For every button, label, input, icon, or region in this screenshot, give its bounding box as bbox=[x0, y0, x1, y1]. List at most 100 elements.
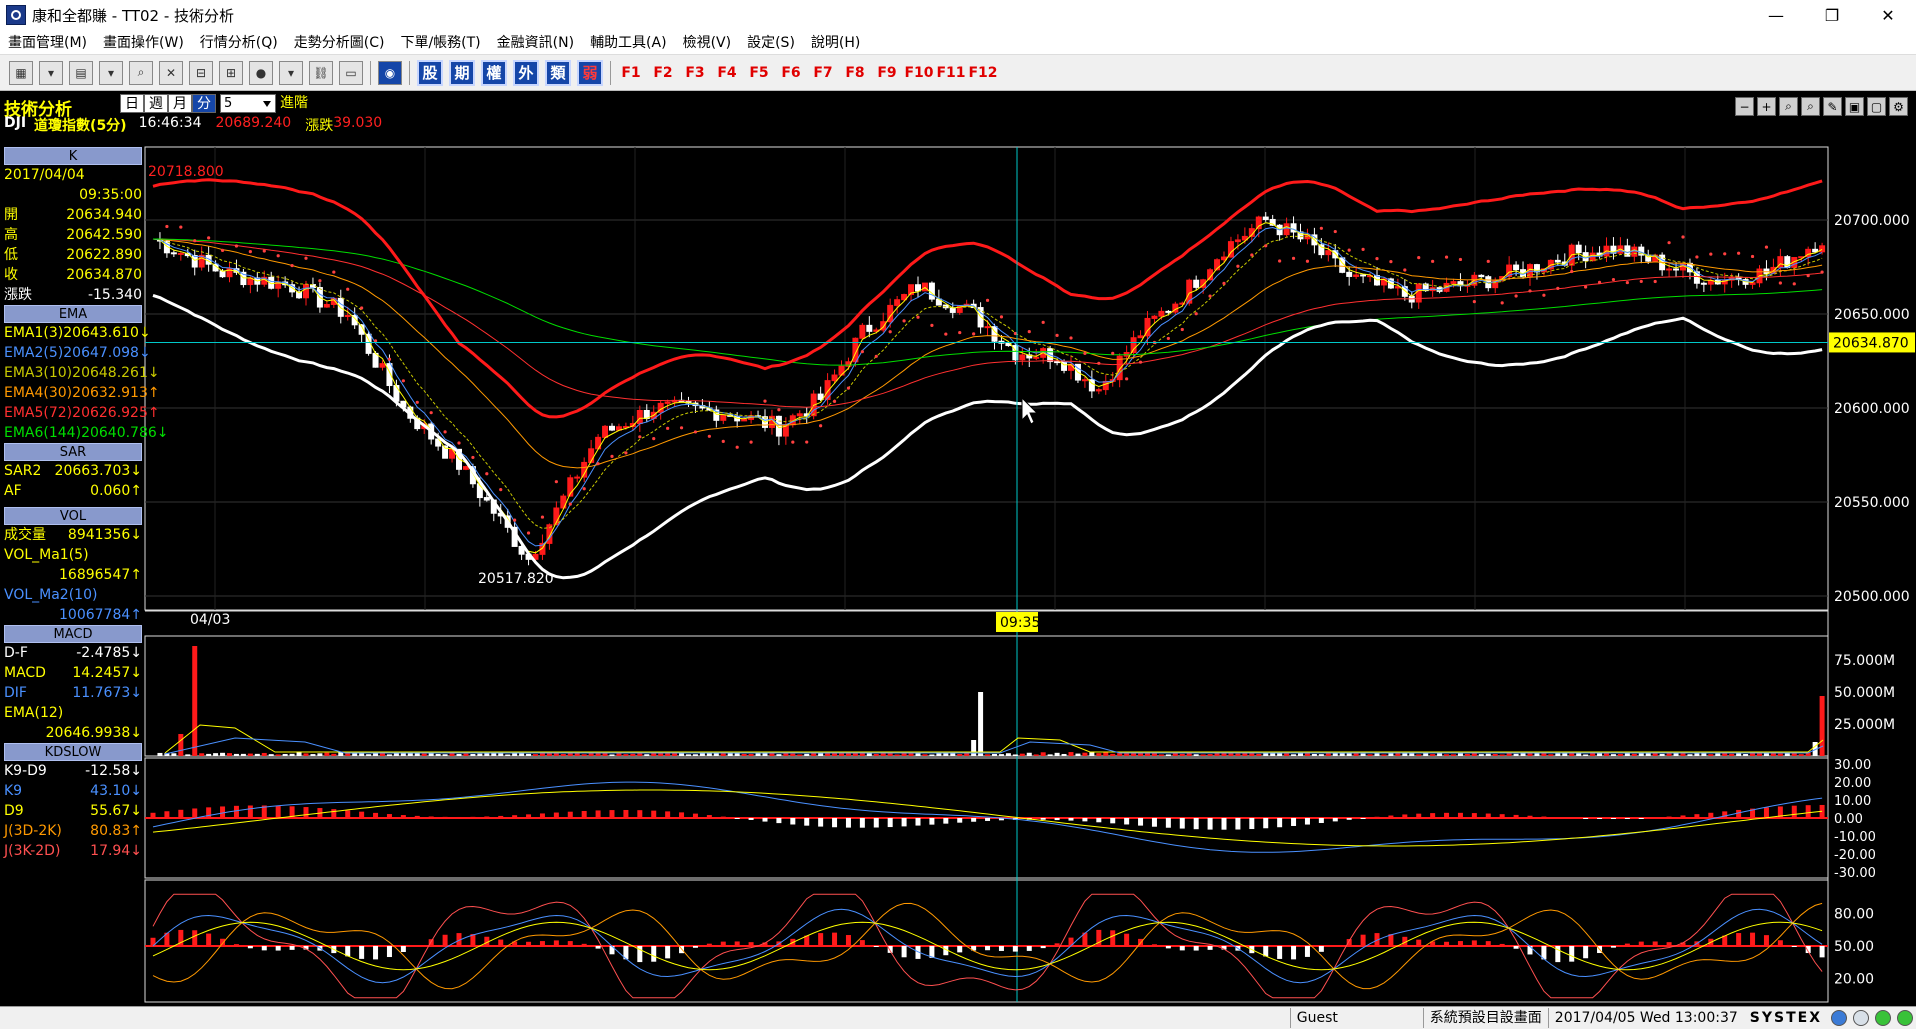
kd-histogram-bar bbox=[261, 946, 267, 951]
macd-histogram-bar bbox=[1666, 816, 1672, 818]
sar-dot bbox=[1667, 241, 1671, 245]
macd-histogram-bar bbox=[414, 815, 420, 818]
candle-body bbox=[462, 466, 469, 470]
macd-histogram-bar bbox=[985, 818, 991, 821]
sar-dot bbox=[958, 330, 962, 335]
volume-bar bbox=[1374, 753, 1380, 756]
kd-histogram-bar bbox=[1736, 933, 1742, 946]
volume-bar bbox=[1061, 753, 1067, 756]
volume-tick-label: 75.000M bbox=[1834, 653, 1895, 669]
status-green-icon-2 bbox=[1897, 1010, 1913, 1026]
candle-body bbox=[1283, 223, 1290, 236]
indicator-arrow: ↓ bbox=[130, 725, 142, 741]
kd-histogram-bar bbox=[845, 935, 851, 946]
volume-bar bbox=[1200, 754, 1206, 756]
macd-histogram-bar bbox=[734, 818, 740, 819]
kd-histogram-bar bbox=[526, 941, 532, 946]
volume-bar bbox=[1631, 753, 1637, 756]
vol-row: 成交量 8941356↓ bbox=[4, 525, 142, 545]
period-low-label: 20517.820 bbox=[478, 571, 554, 587]
macd-histogram-bar bbox=[1652, 817, 1658, 819]
sar-dot bbox=[721, 439, 725, 443]
volume-bar bbox=[1054, 752, 1060, 756]
indicator-panel: K 2017/04/04 09:35:00 開 20634.940 高 20642.5… bbox=[4, 147, 169, 1001]
indicator-number: 11.7673 bbox=[72, 685, 131, 701]
candle-body bbox=[1450, 281, 1457, 284]
kd-histogram-bar bbox=[1332, 945, 1338, 947]
candle-body bbox=[636, 409, 643, 425]
indicator-value: 20622.890 bbox=[66, 245, 142, 265]
kd-histogram-bar bbox=[206, 933, 212, 946]
technical-chart[interactable]: 20700.000 20650.000 20600.000 20550.000 2050… bbox=[0, 0, 1916, 1004]
macd-histogram-bar bbox=[887, 818, 893, 828]
volume-bar bbox=[240, 753, 246, 756]
volume-bar bbox=[206, 753, 212, 756]
indicator-number: 20647.098 bbox=[63, 345, 139, 361]
sar-dot bbox=[1444, 255, 1449, 259]
volume-bar bbox=[512, 753, 518, 756]
indicator-label: AF bbox=[4, 483, 22, 499]
indicator-value: 20642.590 bbox=[66, 225, 142, 245]
sar-dot bbox=[1375, 257, 1379, 261]
kd-histogram-bar bbox=[901, 946, 907, 958]
sar-dot bbox=[846, 386, 851, 390]
macd-histogram-bar bbox=[1471, 813, 1477, 818]
kd-panel-title: KDSLOW bbox=[4, 743, 142, 761]
macd-histogram-bar bbox=[1346, 818, 1352, 820]
volume-bar bbox=[317, 753, 323, 756]
candle-body bbox=[741, 418, 748, 422]
volume-bar bbox=[609, 754, 615, 756]
macd-histogram-bar bbox=[595, 810, 601, 818]
k-time: 09:35:00 bbox=[79, 187, 142, 203]
status-green-icon bbox=[1875, 1010, 1891, 1026]
macd-histogram-bar bbox=[206, 807, 212, 818]
sar-dot bbox=[1542, 293, 1546, 297]
macd-histogram-bar bbox=[1096, 818, 1102, 823]
candle-body bbox=[1812, 248, 1819, 253]
sar-dot bbox=[346, 287, 350, 291]
candle-body bbox=[393, 385, 400, 402]
volume-bar bbox=[748, 753, 754, 756]
kd-histogram-bar bbox=[581, 943, 587, 946]
kd-tick-label: 50.00 bbox=[1834, 939, 1874, 955]
sar-dot bbox=[1194, 312, 1198, 316]
volume-bar bbox=[1103, 752, 1109, 756]
sar-dot bbox=[902, 319, 906, 323]
volume-bar bbox=[1770, 753, 1776, 756]
macd-histogram-bar bbox=[1402, 814, 1408, 818]
candle-body bbox=[1360, 274, 1367, 277]
sar-dot bbox=[1611, 277, 1616, 282]
macd-histogram-bar bbox=[581, 810, 587, 818]
kd-histogram-bar bbox=[1291, 946, 1297, 960]
sar-dot bbox=[318, 279, 322, 283]
sar-dot bbox=[304, 256, 308, 260]
sar-dot bbox=[777, 408, 781, 412]
volume-bar bbox=[1534, 753, 1540, 756]
kd-histogram-bar bbox=[386, 946, 392, 958]
kd-histogram-bar bbox=[1569, 946, 1575, 962]
indicator-value: 11.7673↓ bbox=[72, 683, 142, 703]
volume-bar bbox=[1033, 754, 1039, 756]
status-layout: 系統預設目設畫面 bbox=[1422, 1008, 1548, 1028]
kd-histogram-bar bbox=[1026, 946, 1032, 951]
macd-histogram-bar bbox=[1597, 818, 1603, 819]
macd-histogram-bar bbox=[442, 816, 448, 818]
kd-histogram-bar bbox=[720, 941, 726, 946]
macd-histogram-bar bbox=[720, 816, 726, 818]
macd-tick-label: 10.00 bbox=[1834, 794, 1871, 809]
macd-histogram-bar bbox=[1499, 814, 1505, 818]
kd-histogram-bar bbox=[1110, 930, 1116, 946]
volume-bar bbox=[658, 753, 664, 756]
volume-bar bbox=[804, 753, 810, 756]
kd-row: K9 43.10↓ bbox=[4, 781, 142, 801]
macd-histogram-bar bbox=[1388, 815, 1394, 818]
volume-bar bbox=[227, 753, 232, 756]
indicator-label: K9 bbox=[4, 783, 23, 799]
sar-dot bbox=[1264, 244, 1268, 248]
volume-bar bbox=[832, 753, 838, 756]
volume-bar bbox=[1165, 754, 1171, 756]
macd-row: MACD 14.2457↓ bbox=[4, 663, 142, 683]
indicator-label: J(3D-2K) bbox=[4, 823, 62, 839]
macd-histogram-bar bbox=[804, 818, 810, 826]
volume-bar bbox=[268, 754, 274, 756]
